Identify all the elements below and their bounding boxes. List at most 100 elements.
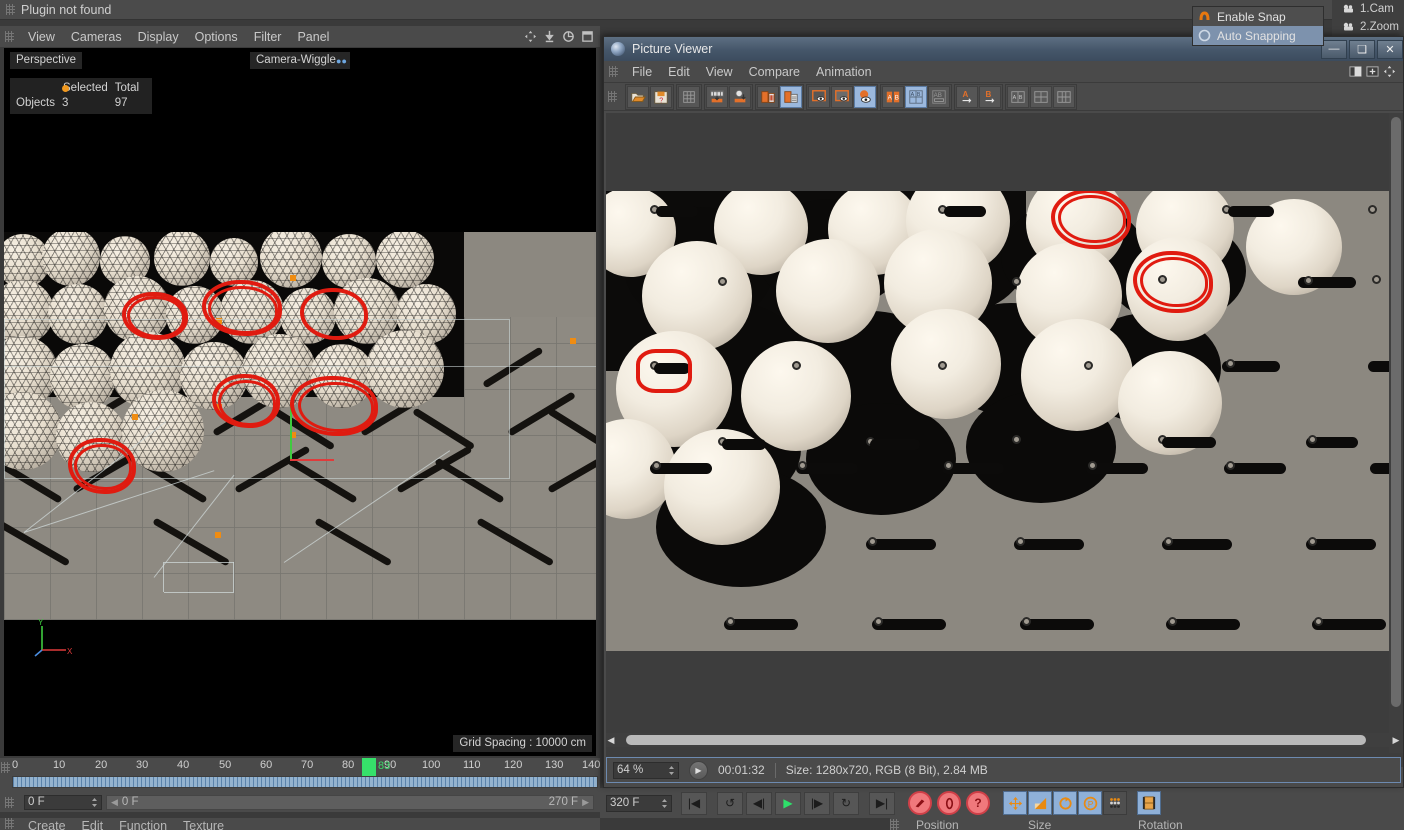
next-key-button[interactable]: ↻ [833,791,859,815]
menu-function[interactable]: Function [111,818,175,830]
show-difference-button[interactable] [854,85,876,108]
autokeying-button[interactable] [937,791,961,815]
wireframe-sphere[interactable] [154,232,210,286]
play-icon[interactable]: ▶ [689,760,708,780]
drag-grip-icon[interactable] [5,818,14,829]
menu-create[interactable]: Create [20,818,74,830]
end-frame-field[interactable]: 320 F [606,794,672,812]
selection-handle[interactable] [290,275,296,281]
preview-range-slider[interactable]: ◀ 0 F 270 F ▶ [106,794,594,810]
rendered-image[interactable] [606,191,1392,651]
menu-view[interactable]: View [20,27,63,47]
move-view-icon[interactable] [524,30,537,43]
parametric-tool-button[interactable]: P [1078,791,1102,815]
menu-filter[interactable]: Filter [246,27,290,47]
scroll-right-icon[interactable]: ▶ [1391,735,1401,746]
menu-panel[interactable]: Panel [289,27,337,47]
record-active-objects-button[interactable] [908,791,932,815]
move-tool-button[interactable] [1003,791,1027,815]
show-single-view-button[interactable] [808,85,830,108]
drag-grip-icon[interactable] [609,66,618,77]
timeline-playhead[interactable] [362,758,376,777]
hscroll-thumb[interactable] [626,735,1366,745]
selection-handle[interactable] [570,338,576,344]
layout-single-button[interactable]: AB [1007,85,1029,108]
projection-label[interactable]: Perspective [10,52,83,69]
chevron-right-icon[interactable]: ▶ [582,797,589,808]
send-to-b-button[interactable] [729,85,751,108]
drag-grip-icon[interactable] [6,4,15,15]
axis-x-handle[interactable] [290,459,334,461]
drag-grip-icon[interactable] [608,91,617,102]
spinner-icon[interactable] [661,798,668,809]
object-list-item[interactable]: 2.Zoom [1332,18,1404,36]
layout-list-button[interactable] [1053,85,1075,108]
current-frame-field[interactable]: 0 F [24,794,102,810]
render-view-button[interactable] [1137,791,1161,815]
perspective-viewport[interactable]: Perspective Camera-Wiggle ●● Selected To… [4,48,596,756]
timeline-frame-strip[interactable] [12,776,598,788]
pv-menu-animation[interactable]: Animation [808,62,880,82]
scroll-left-icon[interactable]: ◀ [606,735,616,746]
pv-menu-compare[interactable]: Compare [741,62,808,82]
maximize-button[interactable]: ❑ [1349,39,1375,59]
spinner-icon[interactable] [668,765,675,776]
picture-viewer-hscrollbar[interactable]: ◀ ▶ [606,733,1401,747]
minimize-button[interactable]: — [1321,39,1347,59]
object-list-item[interactable]: 1.Cam [1332,0,1404,18]
go-to-end-button[interactable]: ▶| [869,791,895,815]
wireframe-sphere[interactable] [210,238,258,286]
picture-viewer-canvas[interactable] [606,113,1403,767]
vscroll-thumb[interactable] [1391,117,1401,707]
rotate-view-icon[interactable] [562,30,575,43]
active-camera-label[interactable]: Camera-Wiggle ●● [250,52,350,69]
step-back-button[interactable]: ◀| [746,791,772,815]
add-pane-icon[interactable] [1366,65,1379,78]
pv-menu-view[interactable]: View [698,62,741,82]
point-mode-button[interactable] [1103,791,1127,815]
menu-display[interactable]: Display [130,27,187,47]
filter-settings-button[interactable] [678,85,700,108]
menu-options[interactable]: Options [187,27,246,47]
selection-handle[interactable] [215,532,221,538]
drag-grip-icon[interactable] [5,796,14,808]
ab-compare-button[interactable]: AB [882,85,904,108]
move-pane-icon[interactable] [1383,65,1396,78]
wireframe-sphere[interactable] [376,232,434,288]
zoom-view-icon[interactable] [543,30,556,43]
show-compare-view-button[interactable] [831,85,853,108]
maximize-view-icon[interactable] [581,30,594,43]
step-forward-button[interactable]: |▶ [804,791,830,815]
timeline-ruler[interactable]: 0 10 20 30 40 50 60 70 80 90 100 110 120… [12,758,600,778]
timeline-bar[interactable]: 0 10 20 30 40 50 60 70 80 90 100 110 120… [0,758,600,794]
ab-blend-button[interactable]: AB [928,85,950,108]
set-a-button[interactable]: A [956,85,978,108]
zoom-level-field[interactable]: 64 % [613,761,679,779]
save-image-button[interactable]: ? [650,85,672,108]
snap-dropdown-menu[interactable]: Enable Snap Auto Snapping [1192,6,1324,46]
drag-grip-icon[interactable] [1,762,10,773]
delete-image-button[interactable] [757,85,779,108]
picture-viewer-window[interactable]: Picture Viewer — ❑ ✕ File Edit View Comp… [603,36,1404,788]
drag-grip-icon[interactable] [5,31,14,42]
pv-menu-file[interactable]: File [624,62,660,82]
split-layout-icon[interactable] [1349,65,1362,78]
menu-item-enable-snap[interactable]: Enable Snap [1193,7,1323,26]
set-b-button[interactable]: B [979,85,1001,108]
spinner-icon[interactable] [91,797,98,808]
play-button[interactable]: ▶ [775,791,801,815]
layout-quad-button[interactable] [1030,85,1052,108]
rotate-tool-button[interactable] [1053,791,1077,815]
keyframe-selection-button[interactable]: ? [966,791,990,815]
drag-grip-icon[interactable] [890,819,899,830]
object-manager-panel[interactable]: 1.Cam 2.Zoom [1332,0,1404,40]
menu-texture[interactable]: Texture [175,818,232,830]
pv-menu-edit[interactable]: Edit [660,62,698,82]
open-image-button[interactable] [627,85,649,108]
send-to-a-button[interactable] [706,85,728,108]
chevron-left-icon[interactable]: ◀ [111,797,118,808]
axis-y-handle[interactable] [290,402,292,460]
close-button[interactable]: ✕ [1377,39,1403,59]
ab-grid-button[interactable]: AB [905,85,927,108]
clear-history-button[interactable] [780,85,802,108]
